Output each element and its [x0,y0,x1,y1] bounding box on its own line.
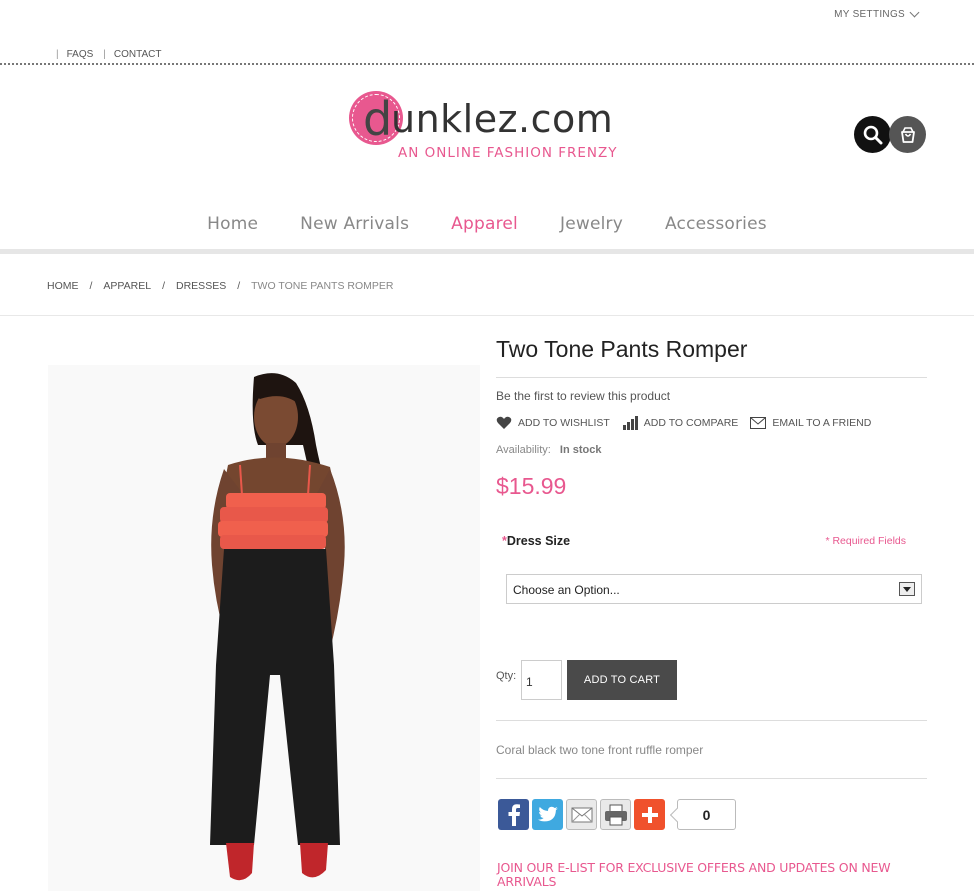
email-share-button[interactable] [566,799,597,830]
nav-divider [0,249,974,254]
my-settings-dropdown[interactable]: MY SETTINGS [834,7,920,20]
breadcrumb-separator: / [237,280,241,292]
addthis-share-button[interactable] [634,799,665,830]
add-to-cart-button[interactable]: ADD TO CART [567,660,677,700]
email-friend-label: EMAIL TO A FRIEND [772,417,872,429]
facebook-share-button[interactable] [498,799,529,830]
nav-new-arrivals[interactable]: New Arrivals [279,214,430,234]
dotted-divider [0,63,974,65]
facebook-icon [508,803,520,826]
dress-size-row: *Dress Size * Required Fields [496,534,927,554]
product-price: $15.99 [496,473,567,499]
product-actions: ADD TO WISHLIST ADD TO COMPARE EMAIL TO … [496,416,927,430]
breadcrumb-divider [0,315,974,316]
dropdown-arrow-icon [899,582,915,596]
dress-size-label: *Dress Size [502,534,571,548]
site-logo[interactable]: d unklez.com AN ONLINE FASHION FRENZY [349,90,634,165]
my-settings-label: MY SETTINGS [834,9,905,20]
breadcrumb-current: TWO TONE PANTS ROMPER [251,280,394,292]
stock-status: In stock [559,444,602,456]
main-nav: Home New Arrivals Apparel Jewelry Access… [0,214,974,234]
envelope-icon [750,417,767,429]
chevron-down-icon [909,7,920,18]
availability: Availability: In stock [496,444,927,456]
print-share-button[interactable] [600,799,631,830]
email-friend-link[interactable]: EMAIL TO A FRIEND [750,417,871,429]
logo-d-letter: d [363,92,393,146]
elist-promo[interactable]: JOIN OUR E-LIST FOR EXCLUSIVE OFFERS AND… [497,861,917,889]
divider: | [103,49,106,60]
divider [496,720,927,721]
model-illustration [48,365,480,891]
print-icon [604,804,627,825]
twitter-icon [537,806,558,821]
product-title: Two Tone Pants Romper [496,332,927,378]
divider [496,778,927,779]
breadcrumb-apparel[interactable]: APPAREL [103,280,151,292]
breadcrumb-separator: / [162,280,166,292]
shopping-bag-icon [900,126,915,143]
nav-accessories[interactable]: Accessories [644,214,788,234]
breadcrumb-separator: / [89,280,93,292]
breadcrumb-dresses[interactable]: DRESSES [176,280,226,292]
add-to-wishlist-link[interactable]: ADD TO WISHLIST [496,416,610,430]
product-description: Coral black two tone front ruffle romper [496,743,704,757]
share-count: 0 [677,799,736,830]
dress-size-select[interactable]: Choose an Option... [506,574,922,604]
search-button[interactable] [854,116,891,153]
nav-home[interactable]: Home [186,214,279,234]
qty-label: Qty: [496,670,517,682]
cart-button[interactable] [889,116,926,153]
bar-chart-icon [622,416,638,430]
breadcrumb: HOME / APPAREL / DRESSES / TWO TONE PANT… [47,280,393,292]
contact-link[interactable]: CONTACT [114,49,162,60]
top-links: | FAQS | CONTACT [56,49,172,60]
nav-apparel[interactable]: Apparel [430,214,539,234]
wishlist-label: ADD TO WISHLIST [518,417,610,429]
availability-label: Availability: [496,444,551,456]
required-fields-note: * Required Fields [825,535,906,547]
addthis-plus-icon [641,806,658,823]
product-image[interactable] [48,365,480,891]
review-link[interactable]: Be the first to review this product [496,389,927,403]
logo-tagline: AN ONLINE FASHION FRENZY [398,145,618,161]
dress-size-text: Dress Size [506,534,571,548]
search-icon [863,125,882,144]
qty-input[interactable]: 1 [521,660,562,700]
divider: | [56,49,59,60]
product-info: Two Tone Pants Romper Be the first to re… [496,332,927,889]
heart-icon [496,416,512,429]
top-bar: MY SETTINGS | FAQS | CONTACT [0,0,974,66]
share-bar: 0 [498,799,736,830]
select-value: Choose an Option... [513,583,620,597]
logo-wordmark: unklez.com [391,97,614,141]
add-to-compare-link[interactable]: ADD TO COMPARE [622,416,739,430]
mail-icon [571,807,592,822]
twitter-share-button[interactable] [532,799,563,830]
faqs-link[interactable]: FAQS [67,49,94,60]
compare-label: ADD TO COMPARE [643,417,739,429]
breadcrumb-home[interactable]: HOME [47,280,79,292]
nav-jewelry[interactable]: Jewelry [539,214,644,234]
